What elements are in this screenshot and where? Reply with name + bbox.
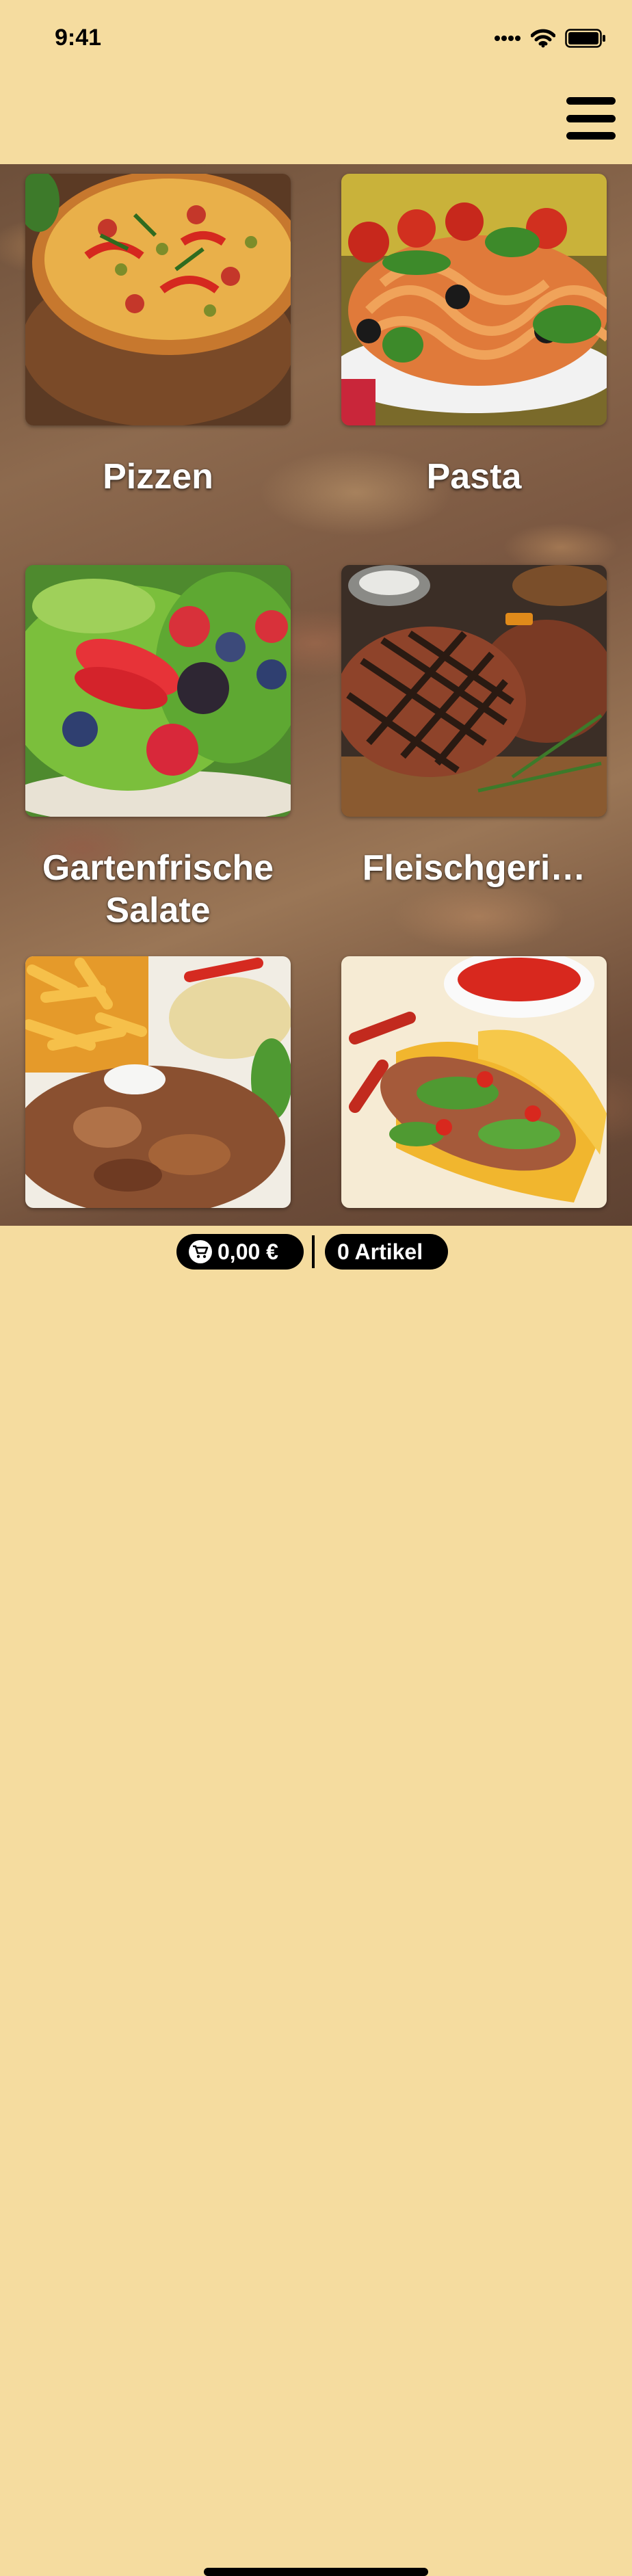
category-label[interactable]: Fleischgeri… [341, 847, 607, 889]
cart-total: 0,00 € [218, 1239, 278, 1264]
cellular-signal-icon [495, 36, 521, 41]
category-label[interactable]: Pasta [341, 456, 607, 498]
tacos-image[interactable] [341, 956, 607, 1208]
cart-item-count-button[interactable]: 0 Artikel [325, 1234, 448, 1270]
status-time: 9:41 [55, 25, 102, 51]
category-card-doner[interactable] [25, 956, 291, 1208]
category-card-pizzen[interactable]: Pizzen [25, 174, 291, 498]
cart-item-count: 0 Artikel [337, 1239, 423, 1264]
category-card-pasta[interactable]: Pasta [341, 174, 607, 498]
cart-total-button[interactable]: 0,00 € [176, 1234, 304, 1270]
pasta-image[interactable] [341, 174, 607, 425]
hamburger-menu-icon[interactable] [566, 97, 616, 140]
wifi-icon [531, 29, 555, 48]
cart-bar: 0,00 € 0 Artikel [0, 1226, 632, 2576]
category-grid-area[interactable]: Pizzen Pasta Gartenfrische Salate Fleisc… [0, 164, 632, 1226]
category-card-fleischgerichte[interactable]: Fleischgeri… [341, 565, 607, 889]
category-label[interactable]: Gartenfrische Salate [25, 847, 291, 932]
battery-icon [565, 29, 605, 48]
steak-image[interactable] [341, 565, 607, 817]
shopping-cart-icon [189, 1240, 212, 1263]
doner-kebab-image[interactable] [25, 956, 291, 1208]
status-icons [494, 29, 606, 48]
home-indicator [204, 2568, 428, 2576]
category-card-tacos[interactable] [341, 956, 607, 1208]
pizza-image[interactable] [25, 174, 291, 425]
status-bar: 9:41 [0, 0, 632, 82]
salad-image[interactable] [25, 565, 291, 817]
header [0, 82, 632, 164]
category-label[interactable]: Pizzen [25, 456, 291, 498]
divider [312, 1235, 315, 1268]
category-card-salate[interactable]: Gartenfrische Salate [25, 565, 291, 932]
